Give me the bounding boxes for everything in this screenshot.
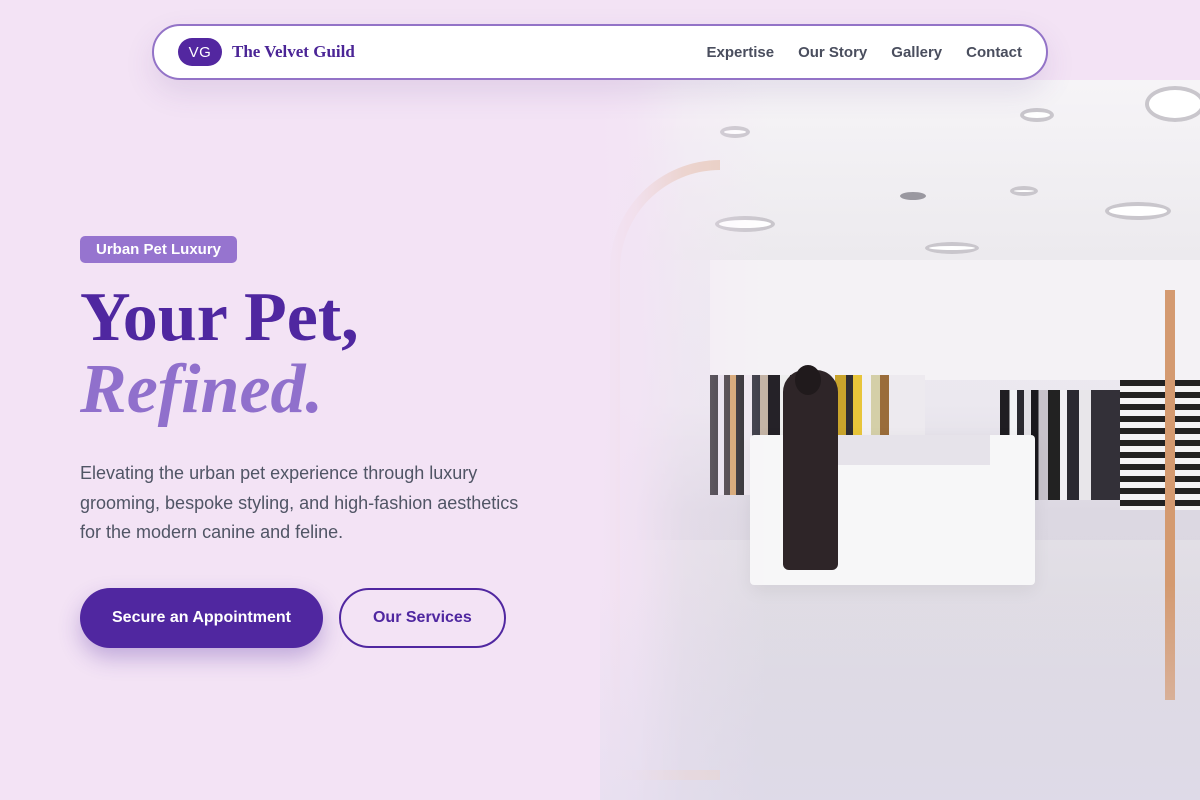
hero-headline: Your Pet, Refined. — [80, 283, 550, 425]
nav-link-contact[interactable]: Contact — [966, 44, 1022, 61]
wooden-arch — [610, 160, 720, 780]
hero-image — [600, 80, 1200, 800]
vg-monogram-icon[interactable]: VG — [178, 38, 222, 66]
cta-row: Secure an Appointment Our Services — [80, 587, 550, 648]
wooden-post — [1165, 290, 1200, 700]
nav-links: Expertise Our Story Gallery Contact — [707, 44, 1022, 61]
nav-link-our-story[interactable]: Our Story — [798, 44, 867, 61]
our-services-button[interactable]: Our Services — [338, 587, 506, 648]
ceiling-light — [1105, 202, 1171, 220]
brand-name[interactable]: The Velvet Guild — [232, 42, 355, 62]
ceiling-light — [715, 216, 775, 232]
shopper-head — [795, 365, 821, 395]
brand[interactable]: VG The Velvet Guild — [178, 38, 355, 66]
ceiling-light — [1145, 86, 1200, 122]
shopper-figure — [783, 370, 838, 570]
headline-line-1: Your Pet, — [80, 279, 359, 356]
navbar: VG The Velvet Guild Expertise Our Story … — [152, 24, 1048, 80]
hero-section: Urban Pet Luxury Your Pet, Refined. Elev… — [80, 236, 550, 648]
headline-line-2: Refined. — [80, 351, 324, 428]
ceiling-light — [720, 126, 750, 138]
category-tag: Urban Pet Luxury — [80, 236, 238, 263]
nav-link-gallery[interactable]: Gallery — [891, 44, 942, 61]
ceiling-light — [1020, 108, 1054, 122]
counter-top — [830, 435, 990, 465]
secure-appointment-button[interactable]: Secure an Appointment — [80, 587, 323, 648]
ceiling-light — [925, 242, 979, 254]
ceiling-light — [1010, 186, 1038, 196]
nav-link-expertise[interactable]: Expertise — [707, 44, 775, 61]
back-wall — [710, 260, 1200, 380]
ceiling-light — [900, 192, 926, 200]
hero-subtext: Elevating the urban pet experience throu… — [80, 463, 519, 542]
